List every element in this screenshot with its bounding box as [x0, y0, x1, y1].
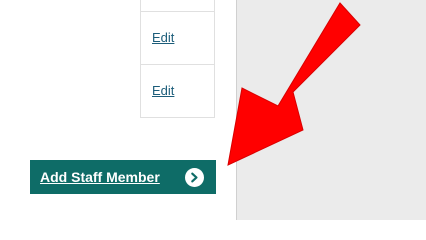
right-sidebar-panel	[236, 0, 426, 220]
add-staff-member-button[interactable]: Add Staff Member	[30, 160, 216, 194]
chevron-right-circle-icon	[185, 168, 204, 187]
edit-link[interactable]: Edit	[152, 84, 174, 97]
staff-table: Edit Edit	[140, 0, 215, 118]
add-staff-member-label: Add Staff Member	[40, 169, 160, 185]
table-row: Edit	[141, 65, 214, 118]
edit-link[interactable]: Edit	[152, 31, 174, 44]
table-row: Edit	[141, 12, 214, 65]
table-row	[141, 0, 214, 12]
